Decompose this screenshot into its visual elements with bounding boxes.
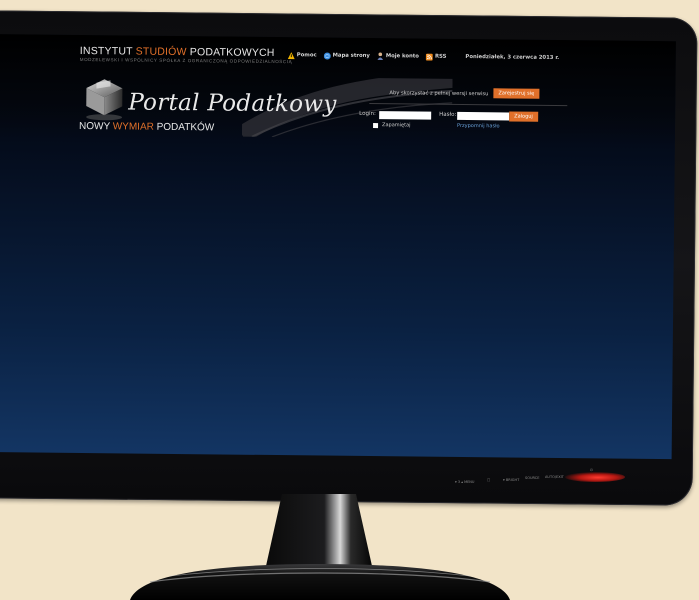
input-control[interactable]: □ — [487, 478, 490, 482]
password-input[interactable] — [457, 111, 510, 121]
portal-title[interactable]: Portal Podatkowy — [128, 89, 337, 117]
nav-sitemap-label: Mapa strony — [332, 52, 370, 59]
checkbox-box[interactable] — [373, 122, 379, 128]
tagline-word-2: WYMIAR — [112, 121, 154, 133]
login-input[interactable] — [379, 111, 432, 120]
forgot-password-link[interactable]: Przypomnij hasło — [457, 123, 500, 129]
user-icon — [377, 52, 384, 60]
power-led — [565, 472, 625, 482]
tagline: NOWY WYMIAR PODATKÓW — [79, 121, 214, 133]
nav-my-account[interactable]: Moje konto — [377, 52, 419, 60]
tagline-word-3: PODATKÓW — [153, 121, 215, 134]
register-button[interactable]: Zarejestruj się — [493, 88, 540, 99]
nav-my-account-label: Moje konto — [385, 53, 419, 60]
tagline-word-1: NOWY — [78, 120, 113, 133]
monitor-screen: INSTYTUT STUDIÓW PODATKOWYCH MODZELEWSKI… — [0, 34, 676, 460]
nav-rss[interactable]: RSS — [425, 53, 447, 61]
remember-me-label: Zapamiętaj — [382, 122, 411, 129]
login-submit-button[interactable]: Zaloguj — [509, 111, 538, 122]
nav-help[interactable]: Pomoc — [287, 51, 317, 59]
bright-control[interactable]: ▾ BRIGHT — [503, 478, 519, 482]
current-date: Poniedziałek, 3 czerwca 2013 r. — [465, 54, 560, 61]
nav-help-label: Pomoc — [296, 52, 317, 59]
monitor-stand-base — [130, 564, 510, 600]
nav-rss-label: RSS — [434, 53, 447, 60]
source-control[interactable]: SOURCE — [525, 476, 539, 480]
login-label: Login: — [359, 110, 376, 118]
brand-word-1: INSTYTUT — [79, 44, 136, 58]
nav-sitemap[interactable]: Mapa strony — [323, 52, 370, 60]
cube-logo-icon — [86, 79, 123, 121]
login-prompt: Aby skorzystać z pełnej wersji serwisu — [389, 90, 489, 98]
brand-word-2: STUDIÓW — [135, 45, 187, 59]
brand-word-3: PODATKOWYCH — [186, 46, 275, 60]
monitor-stand-neck — [266, 494, 372, 566]
photo-stage: INSTYTUT STUDIÓW PODATKOWYCH MODZELEWSKI… — [0, 0, 699, 600]
remember-me-checkbox[interactable]: Zapamiętaj — [373, 122, 411, 128]
rss-icon — [425, 53, 433, 61]
auto-exit-control[interactable]: AUTO/EXIT — [545, 475, 564, 479]
globe-icon — [323, 52, 331, 60]
menu-control[interactable]: ▾ 3 ▴ MENU — [455, 480, 475, 484]
warning-icon — [287, 51, 295, 59]
password-label: Hasło: — [439, 111, 457, 118]
